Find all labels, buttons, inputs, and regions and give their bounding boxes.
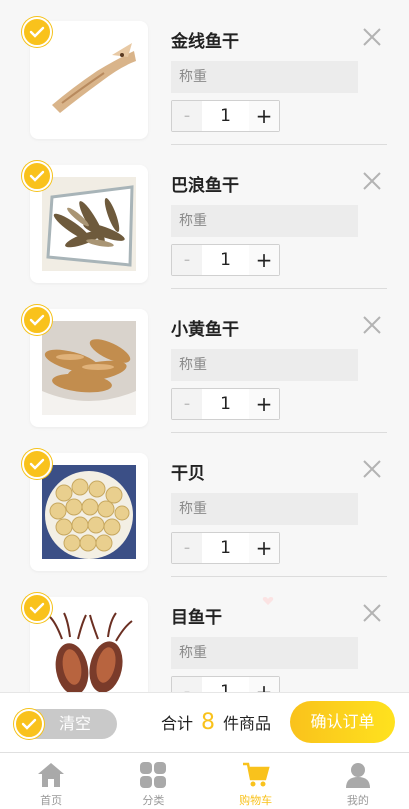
heart-icon [262,597,274,605]
quantity-value[interactable]: 1 [202,101,249,131]
confirm-order-button[interactable]: 确认订单 [290,701,395,743]
product-name: 目鱼干 [171,608,222,628]
home-icon [38,763,65,787]
tab-home[interactable]: 首页 [0,753,102,809]
close-icon[interactable] [361,314,383,336]
weight-field[interactable]: 称重 [171,493,358,525]
decrement-button[interactable]: - [172,677,202,692]
cart-item: 金线鱼干 称重 - 1 + [0,0,409,145]
close-icon[interactable] [361,602,383,624]
select-all-checkbox[interactable] [14,709,44,739]
cart-footer: 清空 合计 8 件商品 确认订单 [0,692,409,752]
total-count: 8 [201,710,216,735]
check-icon [29,170,45,182]
quantity-stepper: - 1 + [171,100,280,132]
item-select-checkbox[interactable] [22,593,52,623]
increment-button[interactable]: + [249,533,279,563]
cart-item: 目鱼干 称重 - 1 + [0,576,409,692]
tab-cart[interactable]: 购物车 [205,753,307,809]
user-icon [345,763,370,788]
clear-cart-toggle[interactable]: 清空 [14,709,117,739]
total-summary: 合计 8 件商品 [161,706,271,740]
clear-label[interactable]: 清空 [59,709,91,739]
quantity-value[interactable]: 1 [202,533,249,563]
product-name: 干贝 [171,464,205,484]
tab-label: 首页 [40,794,63,807]
decrement-button[interactable]: - [172,533,202,563]
quantity-stepper: - 1 + [171,244,280,276]
tab-profile[interactable]: 我的 [307,753,409,809]
close-icon[interactable] [361,458,383,480]
close-icon[interactable] [361,26,383,48]
product-image [42,609,136,692]
check-icon [29,458,45,470]
check-icon [29,314,45,326]
product-name: 小黄鱼干 [171,320,239,340]
tab-label: 我的 [346,794,369,807]
cart-item: 小黄鱼干 称重 - 1 + [0,288,409,433]
increment-button[interactable]: + [249,245,279,275]
quantity-value[interactable]: 1 [202,245,249,275]
close-icon[interactable] [361,170,383,192]
cart-page: 金线鱼干 称重 - 1 + 巴浪鱼干 称重 - 1 + 小黄鱼干 称重 - 1 … [0,0,409,809]
item-select-checkbox[interactable] [22,161,52,191]
cart-list[interactable]: 金线鱼干 称重 - 1 + 巴浪鱼干 称重 - 1 + 小黄鱼干 称重 - 1 … [0,0,409,692]
check-icon [29,26,45,38]
product-image [42,33,136,127]
cart-item: 巴浪鱼干 称重 - 1 + [0,144,409,289]
check-icon [21,718,37,730]
item-select-checkbox[interactable] [22,305,52,335]
product-name: 巴浪鱼干 [171,176,239,196]
increment-button[interactable]: + [249,101,279,131]
product-image [42,465,136,559]
check-icon [29,602,45,614]
cart-item: 干贝 称重 - 1 + [0,432,409,577]
product-image [42,177,136,271]
decrement-button[interactable]: - [172,245,202,275]
tab-category[interactable]: 分类 [102,753,204,809]
cart-icon [242,762,270,787]
weight-field[interactable]: 称重 [171,637,358,669]
weight-field[interactable]: 称重 [171,349,358,381]
total-suffix: 件商品 [223,714,272,733]
item-select-checkbox[interactable] [22,449,52,479]
quantity-stepper: - 1 + [171,676,280,692]
quantity-stepper: - 1 + [171,388,280,420]
tab-label: 购物车 [239,794,273,807]
bottom-tabbar: 首页 分类 购物车 我的 [0,752,409,809]
decrement-button[interactable]: - [172,101,202,131]
quantity-stepper: - 1 + [171,532,280,564]
increment-button[interactable]: + [249,677,279,692]
tab-label: 分类 [142,794,165,807]
weight-field[interactable]: 称重 [171,205,358,237]
grid-icon [140,762,167,788]
increment-button[interactable]: + [249,389,279,419]
decrement-button[interactable]: - [172,389,202,419]
quantity-value[interactable]: 1 [202,677,249,692]
total-prefix: 合计 [161,714,194,733]
weight-field[interactable]: 称重 [171,61,358,93]
product-image [42,321,136,415]
item-select-checkbox[interactable] [22,17,52,47]
product-name: 金线鱼干 [171,32,239,52]
quantity-value[interactable]: 1 [202,389,249,419]
